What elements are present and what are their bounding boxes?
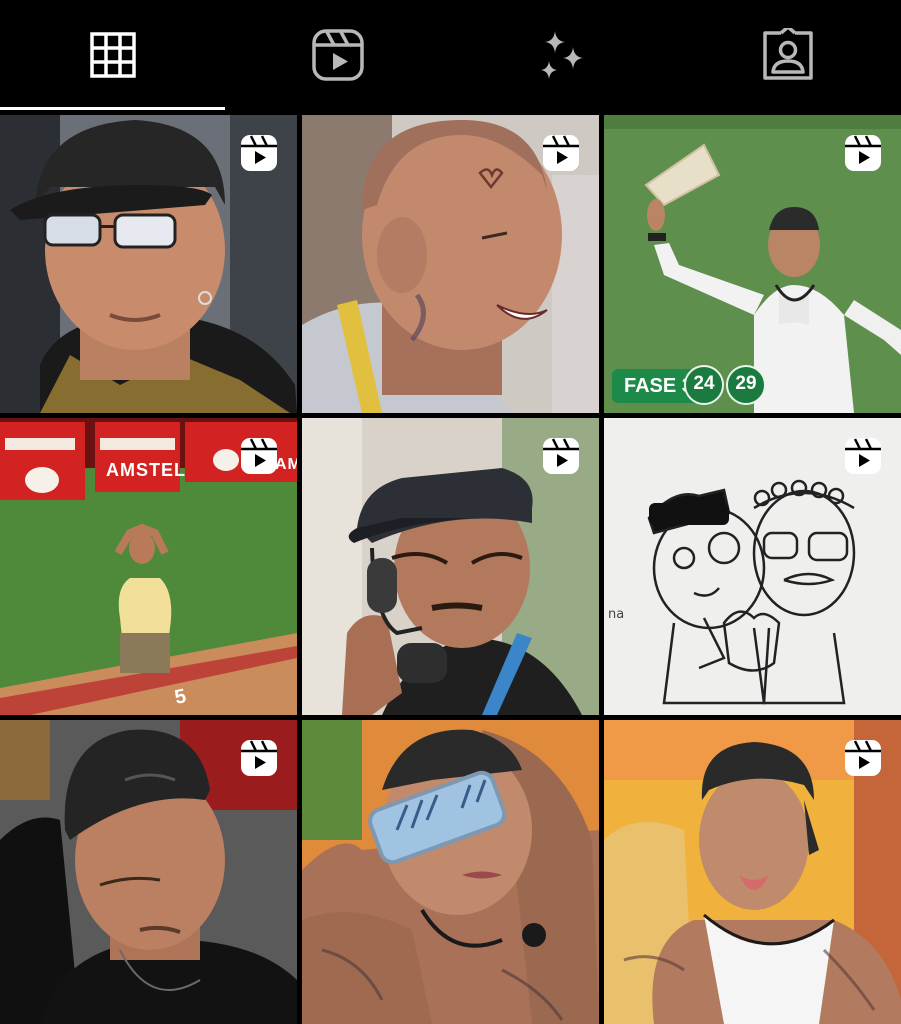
- reel-indicator-icon: [845, 438, 881, 474]
- score-left: 24: [684, 365, 724, 405]
- sponsor-sign: AMSTEL: [106, 460, 186, 480]
- post-thumbnail: [302, 720, 599, 1024]
- caption-fragment: na: [608, 607, 625, 622]
- grid-post[interactable]: [302, 418, 599, 715]
- profile-tab-bar: [0, 0, 901, 112]
- posts-grid: FASE 3 24 29 AMSTEL AM 5 na: [0, 115, 901, 1024]
- reels-icon: [311, 29, 364, 81]
- grid-post[interactable]: AMSTEL AM 5: [0, 418, 297, 715]
- tab-posts-grid[interactable]: [0, 0, 225, 110]
- grid-post[interactable]: [604, 720, 901, 1024]
- grid-post[interactable]: FASE 3 24 29: [604, 115, 901, 413]
- reel-indicator-icon: [845, 135, 881, 171]
- grid-post[interactable]: [0, 720, 297, 1024]
- reel-indicator-icon: [241, 438, 277, 474]
- tagged-person-icon: [762, 28, 813, 80]
- reel-indicator-icon: [543, 438, 579, 474]
- tab-highlights[interactable]: [450, 0, 675, 110]
- tab-reels[interactable]: [225, 0, 450, 110]
- reel-indicator-icon: [241, 740, 277, 776]
- sparkles-icon: [540, 31, 583, 79]
- grid-post[interactable]: na: [604, 418, 901, 715]
- grid-post[interactable]: [0, 115, 297, 413]
- grid-post[interactable]: [302, 720, 599, 1024]
- grid-icon: [89, 32, 136, 78]
- tab-tagged[interactable]: [675, 0, 900, 110]
- reel-indicator-icon: [241, 135, 277, 171]
- active-tab-indicator: [0, 107, 225, 110]
- reel-indicator-icon: [543, 135, 579, 171]
- grid-post[interactable]: [302, 115, 599, 413]
- reel-indicator-icon: [845, 740, 881, 776]
- score-right: 29: [726, 365, 766, 405]
